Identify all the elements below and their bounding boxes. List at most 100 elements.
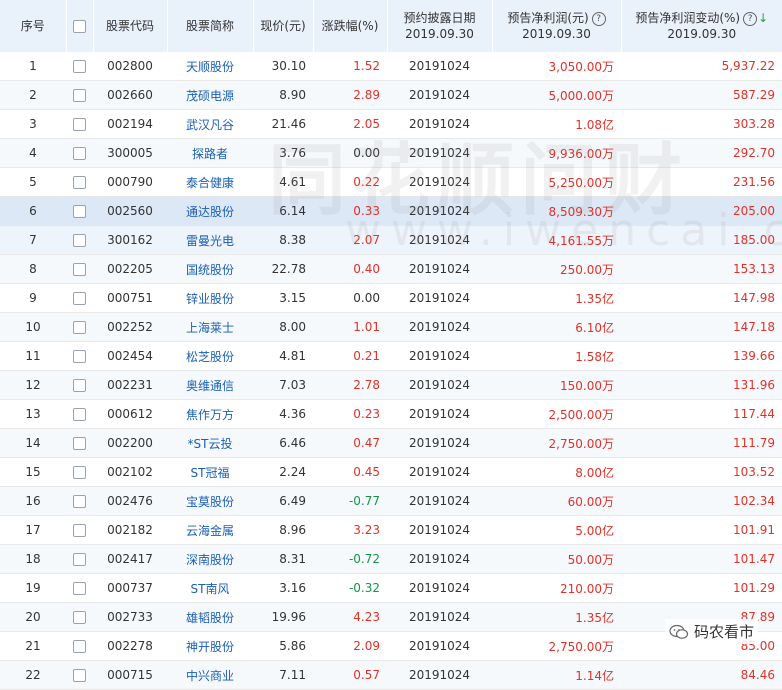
sort-desc-icon[interactable]: ↓ [758,11,768,25]
row-select-checkbox[interactable] [73,466,86,479]
stock-name-link[interactable]: 深南股份 [167,545,253,574]
row-select-checkbox[interactable] [73,321,86,334]
row-checkbox[interactable] [66,168,93,197]
stock-name-link[interactable]: 中兴商业 [167,661,253,690]
row-checkbox[interactable] [66,255,93,284]
row-select-checkbox[interactable] [73,176,86,189]
row-select-checkbox[interactable] [73,640,86,653]
table-row[interactable]: 18002417深南股份8.31-0.722019102450.00万101.4… [0,545,782,574]
stock-name-link[interactable]: 国统股份 [167,255,253,284]
table-row[interactable]: 4300005探路者3.760.00201910249,936.00万292.7… [0,139,782,168]
row-checkbox[interactable] [66,139,93,168]
row-checkbox[interactable] [66,400,93,429]
stock-name-link[interactable]: 焦作万方 [167,400,253,429]
stock-name-link[interactable]: 奥维通信 [167,371,253,400]
col-header-date[interactable]: 预约披露日期 2019.09.30 [387,0,492,52]
row-checkbox[interactable] [66,226,93,255]
row-select-checkbox[interactable] [73,553,86,566]
row-select-checkbox[interactable] [73,582,86,595]
col-header-code[interactable]: 股票代码 [93,0,167,52]
row-checkbox[interactable] [66,429,93,458]
table-row[interactable]: 6002560通达股份6.140.33201910248,509.30万205.… [0,197,782,226]
table-row[interactable]: 16002476宝莫股份6.49-0.772019102460.00万102.3… [0,487,782,516]
table-row[interactable]: 14002200*ST云投6.460.47201910242,750.00万11… [0,429,782,458]
row-checkbox[interactable] [66,545,93,574]
stock-name-link[interactable]: 茂硕电源 [167,81,253,110]
stock-name-link[interactable]: 武汉凡谷 [167,110,253,139]
stock-name-link[interactable]: 上海莱士 [167,313,253,342]
table-row[interactable]: 9000751锌业股份3.150.00201910241.35亿147.98 [0,284,782,313]
stock-name-link[interactable]: *ST云投 [167,429,253,458]
row-checkbox[interactable] [66,110,93,139]
row-select-checkbox[interactable] [73,495,86,508]
wechat-icon [669,624,689,640]
stock-name-link[interactable]: ST南风 [167,574,253,603]
help-icon[interactable]: ? [592,12,606,26]
stock-name-link[interactable]: 神开股份 [167,632,253,661]
stock-name-link[interactable]: 云海金属 [167,516,253,545]
row-checkbox[interactable] [66,661,93,690]
row-select-checkbox[interactable] [73,292,86,305]
row-checkbox[interactable] [66,603,93,632]
row-select-checkbox[interactable] [73,611,86,624]
col-header-index[interactable]: 序号 [0,0,66,52]
col-header-name[interactable]: 股票简称 [167,0,253,52]
row-select-checkbox[interactable] [73,669,86,682]
row-checkbox[interactable] [66,81,93,110]
table-row[interactable]: 7300162雷曼光电8.382.07201910244,161.55万185.… [0,226,782,255]
row-select-checkbox[interactable] [73,524,86,537]
row-select-checkbox[interactable] [73,147,86,160]
help-icon[interactable]: ? [743,12,757,26]
table-row[interactable]: 8002205国统股份22.780.4020191024250.00万153.1… [0,255,782,284]
stock-name-link[interactable]: 锌业股份 [167,284,253,313]
row-select-checkbox[interactable] [73,379,86,392]
row-select-checkbox[interactable] [73,234,86,247]
stock-name-link[interactable]: 雄韬股份 [167,603,253,632]
row-select-checkbox[interactable] [73,205,86,218]
row-checkbox[interactable] [66,197,93,226]
stock-name-link[interactable]: 松芝股份 [167,342,253,371]
row-checkbox[interactable] [66,487,93,516]
row-select-checkbox[interactable] [73,408,86,421]
row-checkbox[interactable] [66,371,93,400]
stock-name-link[interactable]: 宝莫股份 [167,487,253,516]
row-checkbox[interactable] [66,342,93,371]
row-select-checkbox[interactable] [73,89,86,102]
table-row[interactable]: 3002194武汉凡谷21.462.05201910241.08亿303.28 [0,110,782,139]
col-header-change[interactable]: 涨跌幅(%) [313,0,387,52]
row-checkbox[interactable] [66,284,93,313]
row-checkbox[interactable] [66,516,93,545]
table-row[interactable]: 10002252上海莱士8.001.01201910246.10亿147.18 [0,313,782,342]
row-checkbox[interactable] [66,632,93,661]
row-select-checkbox[interactable] [73,437,86,450]
table-row[interactable]: 1002800天顺股份30.101.52201910243,050.00万5,9… [0,52,782,81]
row-select-checkbox[interactable] [73,60,86,73]
stock-name-link[interactable]: ST冠福 [167,458,253,487]
col-header-select[interactable] [66,0,93,52]
stock-name-link[interactable]: 天顺股份 [167,52,253,81]
table-row[interactable]: 2002660茂硕电源8.902.89201910245,000.00万587.… [0,81,782,110]
row-checkbox[interactable] [66,574,93,603]
select-all-checkbox[interactable] [73,20,86,33]
row-checkbox[interactable] [66,458,93,487]
col-header-profit-change[interactable]: 预告净利润变动(%)?↓ 2019.09.30 [621,0,782,52]
table-row[interactable]: 13000612焦作万方4.360.23201910242,500.00万117… [0,400,782,429]
col-header-price[interactable]: 现价(元) [253,0,313,52]
row-select-checkbox[interactable] [73,118,86,131]
table-row[interactable]: 5000790泰合健康4.610.22201910245,250.00万231.… [0,168,782,197]
table-row[interactable]: 22000715中兴商业7.110.57201910241.14亿84.46 [0,661,782,690]
col-header-profit[interactable]: 预告净利润(元)? 2019.09.30 [492,0,621,52]
row-select-checkbox[interactable] [73,350,86,363]
table-row[interactable]: 15002102ST冠福2.240.45201910248.00亿103.52 [0,458,782,487]
row-checkbox[interactable] [66,313,93,342]
table-row[interactable]: 11002454松芝股份4.810.21201910241.58亿139.66 [0,342,782,371]
table-row[interactable]: 17002182云海金属8.963.23201910245.00亿101.91 [0,516,782,545]
stock-name-link[interactable]: 雷曼光电 [167,226,253,255]
stock-name-link[interactable]: 探路者 [167,139,253,168]
row-checkbox[interactable] [66,52,93,81]
row-select-checkbox[interactable] [73,263,86,276]
table-row[interactable]: 19000737ST南风3.16-0.3220191024210.00万101.… [0,574,782,603]
stock-name-link[interactable]: 通达股份 [167,197,253,226]
stock-name-link[interactable]: 泰合健康 [167,168,253,197]
table-row[interactable]: 12002231奥维通信7.032.7820191024150.00万131.9… [0,371,782,400]
